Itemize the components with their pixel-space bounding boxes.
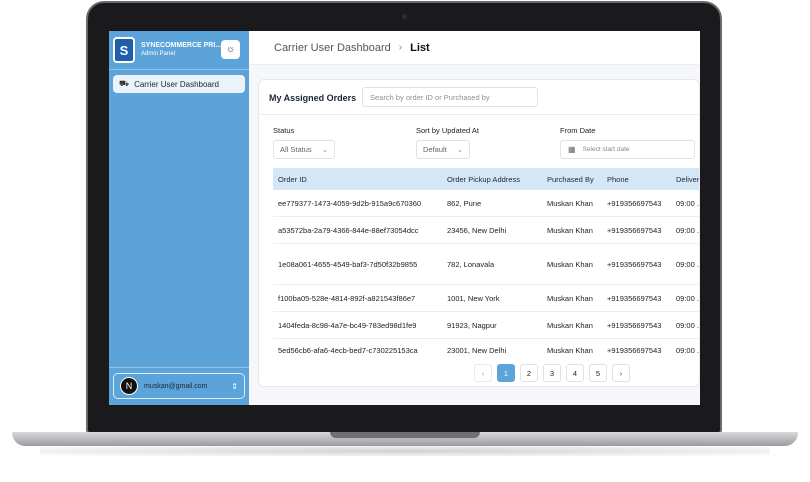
status-value: All Status [280,145,312,154]
order-id: ee779377-1473-4059-9d2b-915a9c670360 [278,199,422,208]
pickup-address: 23456, New Delhi [447,226,507,235]
pickup-address: 91923, Nagpur [447,321,497,330]
pickup-address: 23001, New Delhi [447,346,507,355]
purchased-by: Muskan Khan [547,199,593,208]
purchased-by: Muskan Khan [547,294,593,303]
camera-icon [402,14,407,19]
purchased-by: Muskan Khan [547,226,593,235]
delivery-time: 09:00 . [676,294,699,303]
search-input[interactable]: Search by order ID or Purchased by [362,87,538,107]
brand-text: SYNECOMMERCE PRI... Admin Panel [141,41,221,59]
divider [109,69,249,70]
date-label: From Date [560,126,596,135]
date-placeholder: Select start date [582,146,630,153]
column-header: Order ID [278,175,307,184]
delivery-time: 09:00 . [676,260,699,269]
table-row[interactable]: 5ed56cb6-afa6-4ecb-bed7-c730225153ca 230… [273,339,699,355]
table-row[interactable]: 1e08a061-4655-4549-baf3-7d50f32b9855 782… [273,244,699,285]
order-id: f100ba05-528e-4814-892f-a821543f86e7 [278,294,416,303]
app-screen: S SYNECOMMERCE PRI... Admin Panel ☼ ⛟ Ca… [109,31,700,405]
purchased-by: Muskan Khan [547,346,593,355]
sidebar-item-label: Carrier User Dashboard [134,79,219,89]
card-title: My Assigned Orders [269,93,357,103]
sort-select[interactable]: Default ⌄ [416,140,470,159]
sidebar-item-carrier-dashboard[interactable]: ⛟ Carrier User Dashboard [113,75,245,93]
delivery-time: 09:00 . [676,346,699,355]
breadcrumb: Carrier User Dashboard › List [249,31,700,65]
column-header: Phone [607,175,629,184]
table-row[interactable]: 1404feda-8c98-4a7e-bc49-783ed98d1fe9 919… [273,312,699,339]
divider [109,367,249,368]
purchased-by: Muskan Khan [547,321,593,330]
status-label: Status [273,126,295,135]
page-5-button[interactable]: 5 [589,364,607,382]
page-2-button[interactable]: 2 [520,364,538,382]
order-id: 1e08a061-4655-4549-baf3-7d50f32b9855 [278,260,418,269]
truck-icon: ⛟ [119,79,130,88]
phone: +919356697543 [607,321,662,330]
sort-label: Sort by Updated At [416,126,479,135]
start-date-picker[interactable]: ▦ Select start date [560,140,695,159]
sun-icon: ☼ [225,44,236,55]
column-header: Purchased By [547,175,594,184]
pagination: ‹ 1 2 3 4 5 › [474,364,635,382]
breadcrumb-separator: › [398,42,403,53]
chevron-up-down-icon: ⇕ [231,381,238,391]
sidebar: S SYNECOMMERCE PRI... Admin Panel ☼ ⛟ Ca… [109,31,249,405]
user-menu[interactable]: N muskan@gmail.com ⇕ [113,373,245,399]
pickup-address: 1001, New York [447,294,500,303]
table-row[interactable]: a53572ba-2a79-4366-844e-88ef73054dcc 234… [273,217,699,244]
page-3-button[interactable]: 3 [543,364,561,382]
table-row[interactable]: f100ba05-528e-4814-892f-a821543f86e7 100… [273,285,699,312]
breadcrumb-parent[interactable]: Carrier User Dashboard [274,42,391,54]
order-id: 5ed56cb6-afa6-4ecb-bed7-c730225153ca [278,346,418,355]
phone: +919356697543 [607,199,662,208]
laptop-notch [330,432,480,438]
pickup-address: 782, Lonavala [447,260,495,269]
brand-name: SYNECOMMERCE PRI... [141,42,222,49]
purchased-by: Muskan Khan [547,260,593,269]
next-page-button[interactable]: › [612,364,630,382]
delivery-time: 09:00 . [676,199,699,208]
divider [259,114,699,115]
status-select[interactable]: All Status ⌄ [273,140,335,159]
column-header: Order Pickup Address [447,175,520,184]
order-id: a53572ba-2a79-4366-844e-88ef73054dcc [278,226,419,235]
laptop-shadow [40,446,770,456]
brand-subtitle: Admin Panel [141,51,176,57]
phone: +919356697543 [607,294,662,303]
delivery-time: 09:00 . [676,321,699,330]
phone: +919356697543 [607,226,662,235]
theme-toggle-button[interactable]: ☼ [221,40,240,59]
sort-value: Default [423,145,447,154]
page-title: List [410,41,430,54]
shopping-bag-logo-icon: S [113,37,135,63]
table-header: Order ID Order Pickup Address Purchased … [273,168,700,190]
prev-page-button[interactable]: ‹ [474,364,492,382]
user-email: muskan@gmail.com [144,382,208,390]
order-id: 1404feda-8c98-4a7e-bc49-783ed98d1fe9 [278,321,417,330]
phone: +919356697543 [607,346,662,355]
avatar: N [120,377,138,395]
table-row[interactable]: ee779377-1473-4059-9d2b-915a9c670360 862… [273,190,699,217]
orders-card: My Assigned Orders Search by order ID or… [258,79,700,387]
column-header: Deliver [676,175,700,184]
delivery-time: 09:00 . [676,226,699,235]
page-1-button[interactable]: 1 [497,364,515,382]
chevron-down-icon: ⌄ [457,146,463,154]
page-4-button[interactable]: 4 [566,364,584,382]
chevron-down-icon: ⌄ [322,146,328,154]
pickup-address: 862, Pune [447,199,482,208]
calendar-icon: ▦ [568,145,576,154]
phone: +919356697543 [607,260,662,269]
